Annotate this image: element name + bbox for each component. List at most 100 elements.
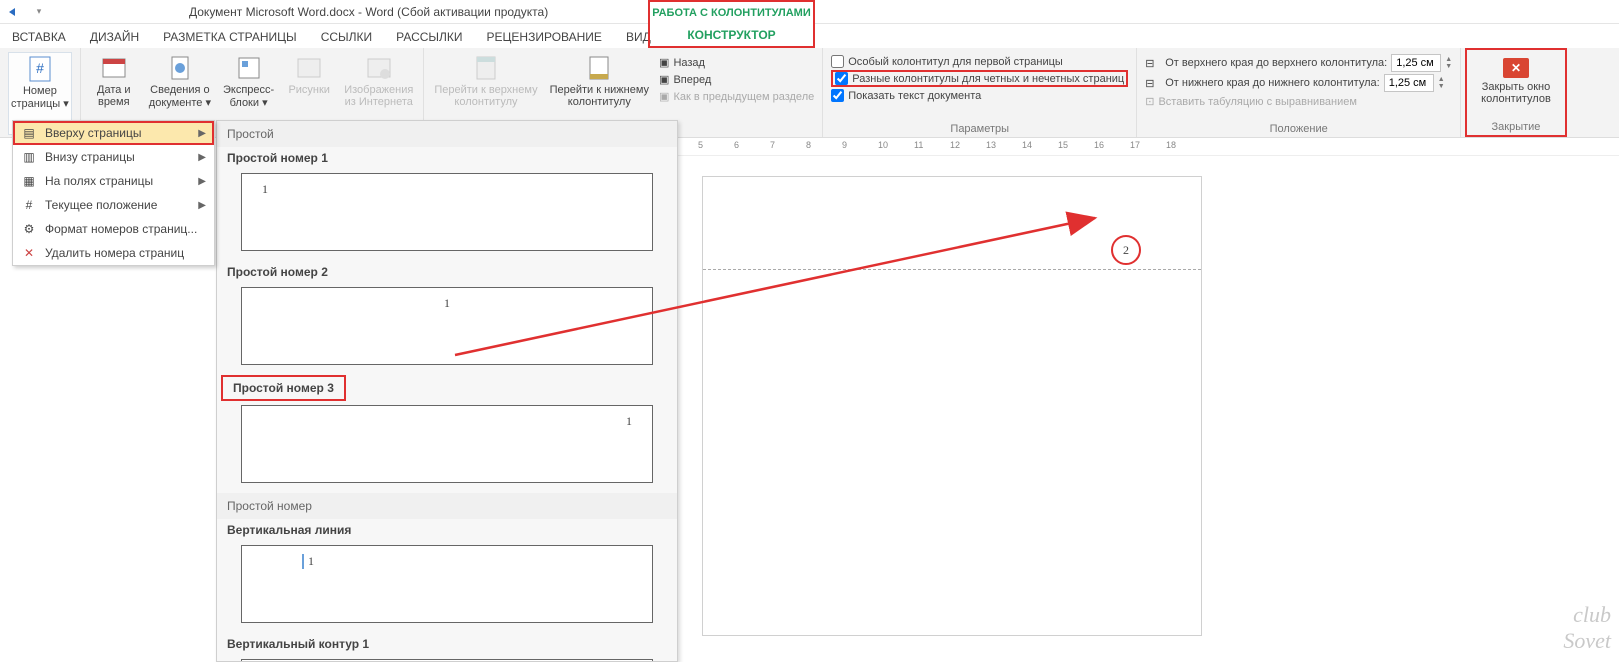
spinner-down-icon[interactable]: ▼ [1445, 63, 1452, 70]
menu-item-remove-page-numbers[interactable]: ✕ Удалить номера страниц [13, 241, 214, 265]
menu-item-top-of-page[interactable]: ▤ Вверху страницы ▶ [13, 121, 214, 145]
nav-next-label: Вперед [673, 74, 711, 86]
spinner-up-icon[interactable]: ▲ [1438, 76, 1445, 83]
checkbox-icon[interactable] [831, 89, 844, 102]
goto-header-label: Перейти к верхнему колонтитулу [434, 84, 537, 108]
previous-icon: ▣ [659, 56, 669, 69]
gallery-heading-simple: Простой [217, 121, 677, 147]
gallery-item-simple-1[interactable]: 1 [241, 173, 653, 251]
menu-item-label: Удалить номера страниц [45, 246, 184, 260]
page-number-label: Номер страницы ▾ [11, 85, 69, 110]
tab-insert[interactable]: ВСТАВКА [0, 26, 78, 48]
checkbox-icon[interactable] [835, 72, 848, 85]
watermark: club Sovet [1563, 602, 1611, 654]
undo-icon[interactable] [3, 2, 23, 22]
different-odd-even-checkbox[interactable]: Разные колонтитулы для четных и нечетных… [831, 70, 1128, 87]
nav-previous-label: Назад [673, 57, 705, 69]
footer-from-bottom-row: ⊟ От нижнего края до нижнего колонтитула… [1145, 74, 1452, 92]
different-first-page-label: Особый колонтитул для первой страницы [848, 56, 1063, 68]
page-margins-icon: ▦ [21, 173, 37, 189]
insert-alignment-tab-label: Вставить табуляцию с выравниванием [1158, 96, 1357, 108]
different-first-page-checkbox[interactable]: Особый колонтитул для первой страницы [831, 54, 1128, 69]
ribbon-group-position: ⊟ От верхнего края до верхнего колонтиту… [1137, 48, 1461, 137]
page-number-display: 2 [1123, 243, 1129, 258]
contextual-tab-constructor[interactable]: КОНСТРУКТОР [650, 24, 813, 46]
online-picture-icon [363, 54, 395, 82]
menu-item-format-page-numbers[interactable]: ⚙ Формат номеров страниц... [13, 217, 214, 241]
menu-item-label: Внизу страницы [45, 150, 135, 164]
ruler-tick: 18 [1166, 140, 1176, 150]
page-number-icon: # [24, 55, 56, 83]
ribbon-group-close: ✕ Закрыть окно колонтитулов Закрытие [1465, 48, 1567, 137]
link-icon: ▣ [659, 90, 669, 103]
window-title: Документ Microsoft Word.docx - Word (Сбо… [189, 5, 548, 19]
menu-item-label: Текущее положение [45, 198, 157, 212]
menu-item-label: Формат номеров страниц... [45, 222, 197, 236]
document-area: 5 6 7 8 9 10 11 12 13 14 15 16 17 18 2 [678, 138, 1619, 662]
qat-more-icon[interactable]: ▾ [29, 2, 49, 22]
tab-references[interactable]: ССЫЛКИ [309, 26, 384, 48]
footer-margin-icon: ⊟ [1145, 77, 1161, 90]
footer-from-bottom-label: От нижнего края до нижнего колонтитула: [1165, 77, 1379, 89]
docinfo-label: Сведения о документе ▾ [149, 84, 211, 109]
document-page[interactable]: 2 [702, 176, 1202, 636]
ruler-tick: 10 [878, 140, 888, 150]
link-to-previous-label: Как в предыдущем разделе [673, 91, 814, 103]
show-document-text-checkbox[interactable]: Показать текст документа [831, 88, 1128, 103]
ruler-tick: 11 [914, 140, 923, 150]
header-from-top-label: От верхнего края до верхнего колонтитула… [1165, 57, 1387, 69]
gallery-item-vertical-outline[interactable]: — [241, 659, 653, 661]
spinner-down-icon[interactable]: ▼ [1438, 83, 1445, 90]
nav-next-button[interactable]: ▣ Вперед [659, 72, 814, 87]
gallery-item-simple-2[interactable]: 1 [241, 287, 653, 365]
show-document-text-label: Показать текст документа [848, 90, 981, 102]
gallery-item-simple-3[interactable]: 1 [241, 405, 653, 483]
options-group-label: Параметры [831, 121, 1128, 135]
gallery-item-vertical-line[interactable]: 1 [241, 545, 653, 623]
ruler-tick: 14 [1022, 140, 1032, 150]
tab-page-layout[interactable]: РАЗМЕТКА СТРАНИЦЫ [151, 26, 309, 48]
menu-item-current-position[interactable]: # Текущее положение ▶ [13, 193, 214, 217]
header-from-top-input[interactable] [1391, 54, 1441, 72]
footer-from-bottom-input[interactable] [1384, 74, 1434, 92]
quickparts-label: Экспресс- блоки ▾ [223, 84, 274, 109]
ruler-tick: 9 [842, 140, 847, 150]
checkbox-icon[interactable] [831, 55, 844, 68]
chevron-right-icon: ▶ [198, 152, 206, 163]
goto-header-icon [470, 54, 502, 82]
position-group-label: Положение [1145, 121, 1452, 135]
menu-item-label: На полях страницы [45, 174, 153, 188]
nav-previous-button[interactable]: ▣ Назад [659, 55, 814, 70]
gallery-item-simple-2-label: Простой номер 2 [217, 261, 677, 283]
svg-text:#: # [36, 60, 44, 76]
menu-item-bottom-of-page[interactable]: ▥ Внизу страницы ▶ [13, 145, 214, 169]
ribbon-group-options: Особый колонтитул для первой страницы Ра… [823, 48, 1137, 137]
annotation-circle: 2 [1111, 235, 1141, 265]
page-top-icon: ▤ [21, 125, 37, 141]
contextual-tab-group-label: РАБОТА С КОЛОНТИТУЛАМИ [650, 2, 813, 24]
ruler-tick: 16 [1094, 140, 1104, 150]
datetime-label: Дата и время [97, 84, 131, 108]
quick-parts-icon [233, 54, 265, 82]
tab-review[interactable]: РЕЦЕНЗИРОВАНИЕ [475, 26, 614, 48]
gallery-item-simple-1-label: Простой номер 1 [217, 147, 677, 169]
document-info-icon [164, 54, 196, 82]
header-margin-icon: ⊟ [1145, 57, 1161, 70]
tab-design[interactable]: ДИЗАЙН [78, 26, 151, 48]
gallery-item-vertical-outline-label: Вертикальный контур 1 [217, 633, 677, 655]
ruler-tick: 17 [1130, 140, 1140, 150]
gallery-scroll[interactable]: Простой Простой номер 1 1 Простой номер … [217, 121, 677, 661]
insert-alignment-tab-button: ⊡ Вставить табуляцию с выравниванием [1145, 94, 1452, 109]
delete-icon: ✕ [21, 245, 37, 261]
chevron-right-icon: ▶ [198, 176, 206, 187]
different-odd-even-label: Разные колонтитулы для четных и нечетных… [852, 73, 1124, 85]
page-number-dropdown: ▤ Вверху страницы ▶ ▥ Внизу страницы ▶ ▦… [12, 120, 215, 266]
gallery-item-vertical-line-label: Вертикальная линия [217, 519, 677, 541]
ruler-tick: 8 [806, 140, 811, 150]
menu-item-page-margins[interactable]: ▦ На полях страницы ▶ [13, 169, 214, 193]
goto-footer-icon [583, 54, 615, 82]
spinner-up-icon[interactable]: ▲ [1445, 56, 1452, 63]
close-header-footer-button[interactable]: ✕ Закрыть окно колонтитулов [1475, 54, 1557, 119]
horizontal-ruler[interactable]: 5 6 7 8 9 10 11 12 13 14 15 16 17 18 [678, 138, 1619, 156]
tab-mailings[interactable]: РАССЫЛКИ [384, 26, 474, 48]
